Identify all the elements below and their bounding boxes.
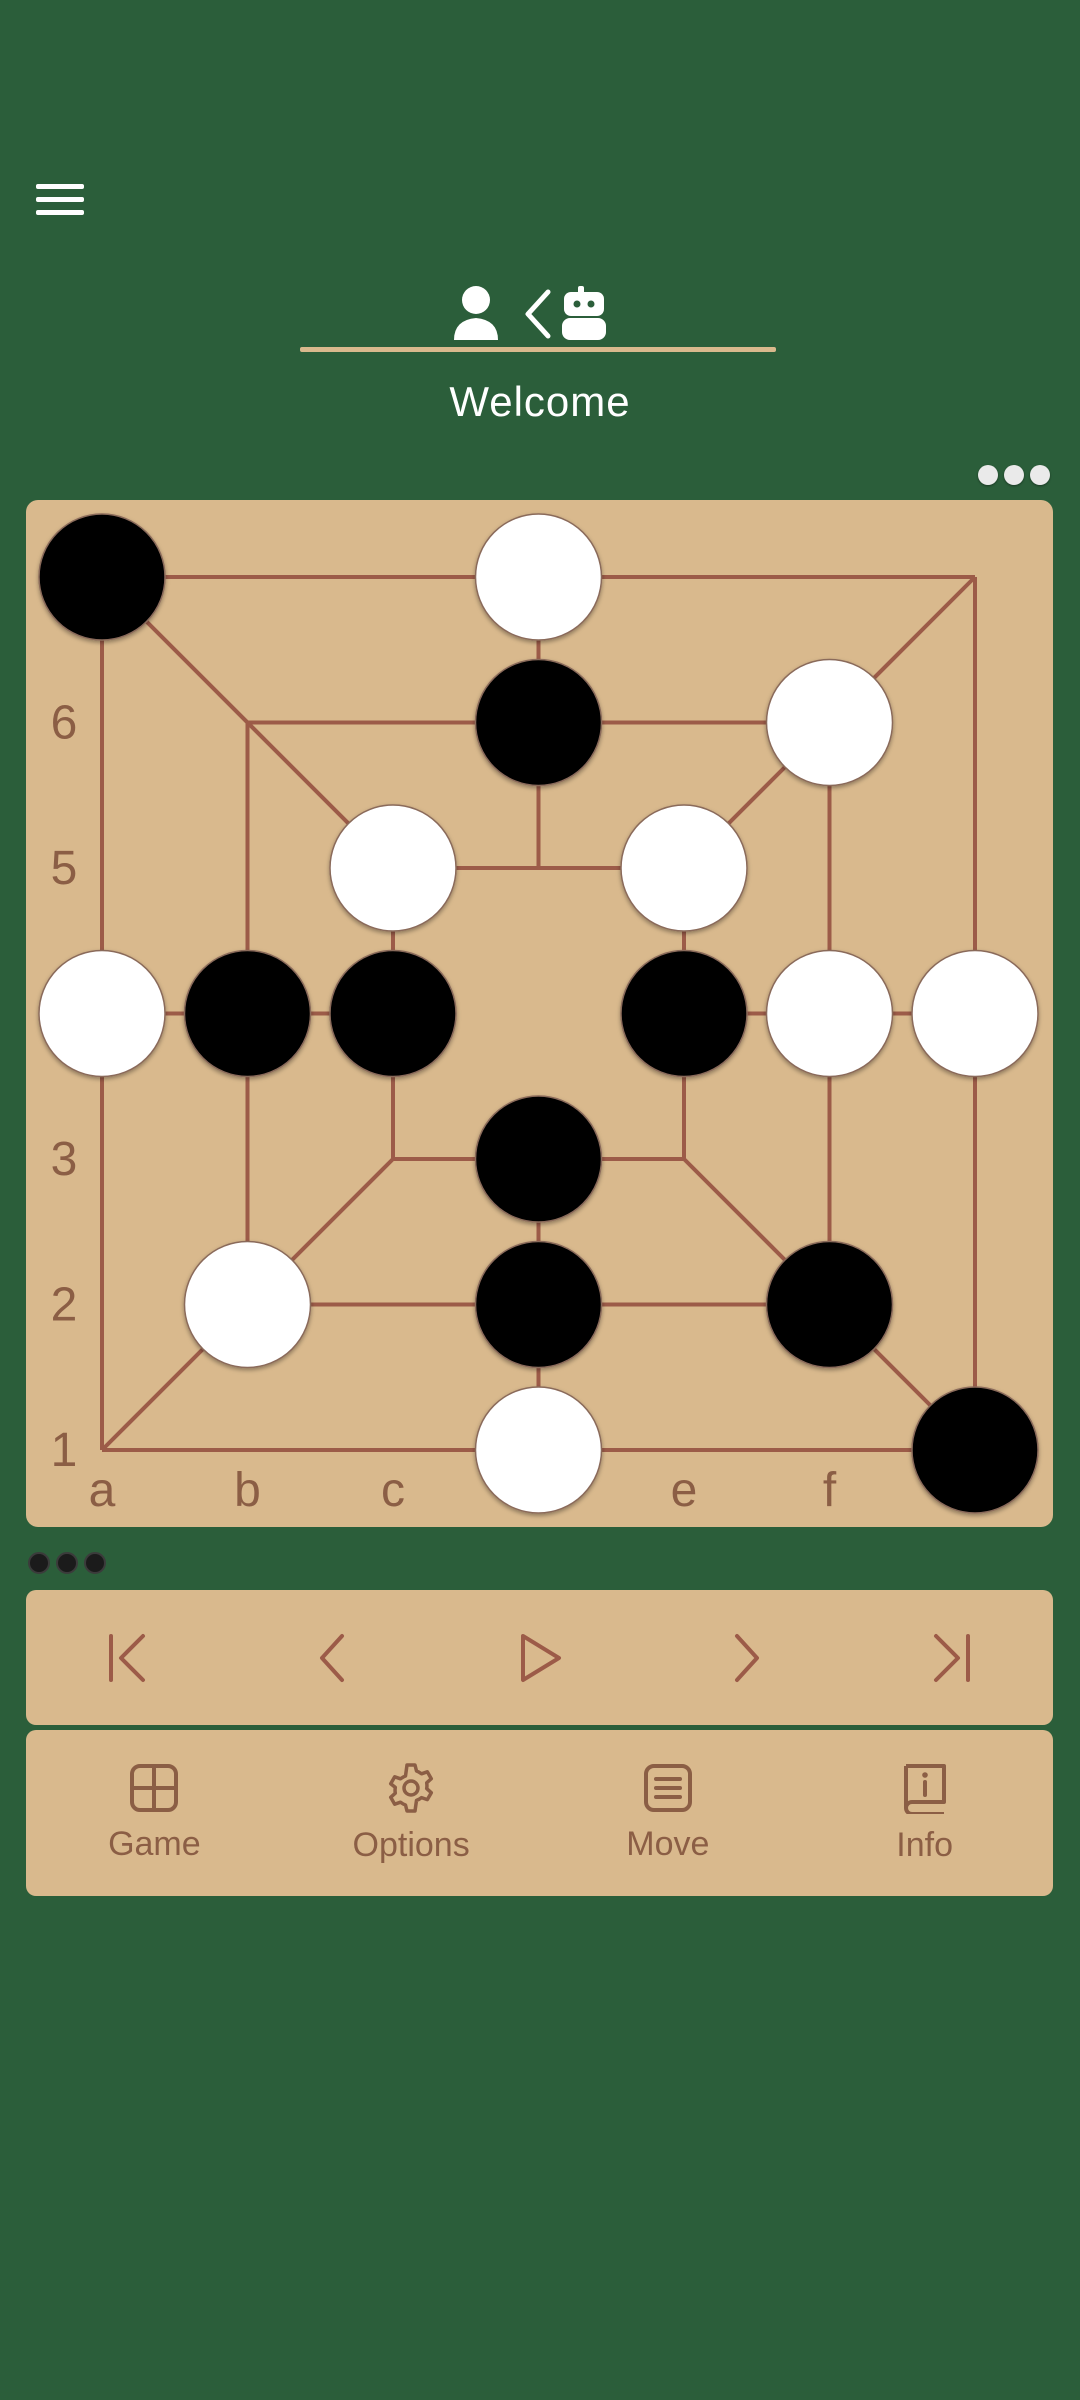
list-icon xyxy=(643,1763,692,1812)
white-piece[interactable] xyxy=(620,804,748,932)
black-piece[interactable] xyxy=(620,949,748,1078)
column-label: c xyxy=(381,1464,405,1517)
white-piece[interactable] xyxy=(183,1240,312,1369)
board-canvas[interactable]: 1 2 3 5 6 a b c e f xyxy=(26,500,1053,1527)
white-piece-indicator xyxy=(1004,465,1024,485)
status-title: Welcome xyxy=(449,378,631,425)
tab-info-label: Info xyxy=(896,1825,953,1864)
white-piece[interactable] xyxy=(911,949,1039,1078)
row-label: 6 xyxy=(51,697,78,750)
skip-to-start-icon xyxy=(108,1633,145,1682)
row-label: 5 xyxy=(51,842,78,895)
column-label: b xyxy=(234,1464,261,1517)
black-piece[interactable] xyxy=(329,949,457,1078)
white-piece[interactable] xyxy=(765,658,894,787)
header-underline xyxy=(300,347,776,352)
board-grid-icon xyxy=(130,1763,179,1812)
black-pieces-in-hand xyxy=(28,1552,106,1574)
move-controls xyxy=(26,1590,1053,1725)
white-piece-indicator xyxy=(978,465,998,485)
black-piece[interactable] xyxy=(183,949,312,1078)
chevron-right-icon xyxy=(734,1633,759,1682)
menu-icon-bar xyxy=(36,210,84,215)
first-move-button[interactable] xyxy=(79,1608,179,1708)
tab-options[interactable]: Options xyxy=(283,1730,540,1896)
black-piece-indicator xyxy=(56,1552,78,1574)
row-label: 3 xyxy=(51,1133,78,1186)
white-piece-indicator xyxy=(1030,465,1050,485)
game-board[interactable]: 1 2 3 5 6 a b c e f xyxy=(26,500,1053,1527)
white-pieces-in-hand xyxy=(978,465,1050,485)
menu-button[interactable] xyxy=(36,176,90,220)
white-piece[interactable] xyxy=(329,804,457,932)
black-piece[interactable] xyxy=(911,1386,1039,1514)
skip-to-end-icon xyxy=(934,1633,971,1682)
black-piece-indicator xyxy=(84,1552,106,1574)
tab-options-label: Options xyxy=(352,1825,470,1864)
player-header xyxy=(300,280,780,352)
menu-icon xyxy=(36,184,84,189)
person-icon xyxy=(454,286,498,340)
last-move-button[interactable] xyxy=(900,1608,1000,1708)
white-piece[interactable] xyxy=(765,949,894,1078)
robot-icon xyxy=(562,286,606,340)
black-piece[interactable] xyxy=(38,513,166,641)
black-piece[interactable] xyxy=(474,658,603,787)
info-book-icon xyxy=(903,1763,946,1814)
black-piece-indicator xyxy=(28,1552,50,1574)
tab-move-label: Move xyxy=(626,1824,710,1863)
tab-move[interactable]: Move xyxy=(540,1730,797,1896)
white-piece[interactable] xyxy=(38,949,166,1078)
play-icon xyxy=(521,1633,562,1682)
gear-icon xyxy=(389,1762,434,1813)
black-piece[interactable] xyxy=(765,1240,894,1369)
row-label: 2 xyxy=(51,1279,78,1332)
previous-move-button[interactable] xyxy=(284,1608,384,1708)
black-piece[interactable] xyxy=(474,1240,603,1369)
chevron-left-icon xyxy=(320,1633,345,1682)
tab-info[interactable]: Info xyxy=(796,1730,1053,1896)
black-piece[interactable] xyxy=(474,1095,603,1223)
play-button[interactable] xyxy=(489,1608,589,1708)
white-piece[interactable] xyxy=(474,513,603,641)
menu-icon-bar xyxy=(36,197,84,202)
column-label: e xyxy=(671,1464,698,1517)
tab-game[interactable]: Game xyxy=(26,1730,283,1896)
column-label: f xyxy=(823,1464,837,1517)
chevron-left-icon xyxy=(525,289,551,339)
next-move-button[interactable] xyxy=(695,1608,795,1708)
player-indicator xyxy=(454,286,606,340)
row-label: 1 xyxy=(51,1424,78,1477)
tab-game-label: Game xyxy=(108,1824,201,1863)
bottom-tab-bar: Game Options Move Info xyxy=(26,1730,1053,1896)
white-piece[interactable] xyxy=(474,1386,603,1514)
column-label: a xyxy=(89,1464,116,1517)
